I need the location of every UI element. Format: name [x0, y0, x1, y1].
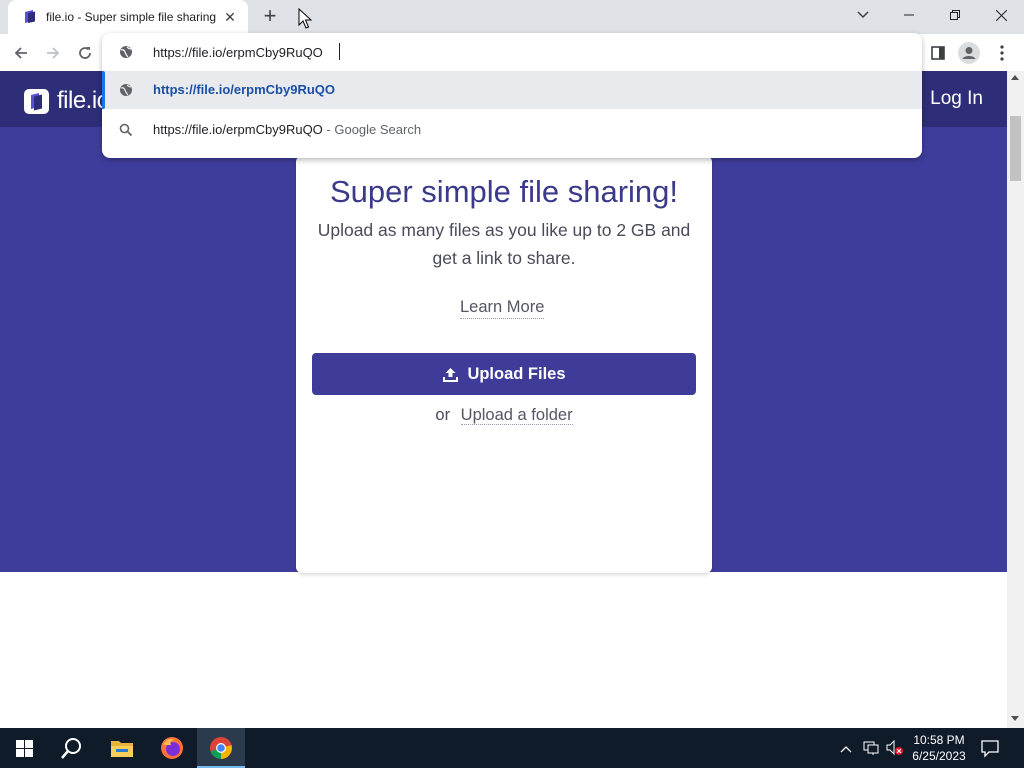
mouse-cursor-icon — [298, 7, 313, 34]
upload-icon — [443, 367, 459, 382]
upload-files-label: Upload Files — [467, 364, 566, 383]
upload-card: Super simple file sharing! Upload as man… — [296, 156, 712, 573]
address-bar-input[interactable] — [153, 42, 853, 62]
windows-taskbar: 10:58 PM 6/25/2023 — [0, 728, 1024, 768]
globe-icon — [119, 45, 133, 64]
or-text: or — [435, 406, 451, 424]
arrow-left-icon[interactable] — [9, 41, 33, 65]
scroll-down-arrow-icon[interactable] — [1011, 716, 1019, 721]
upload-folder-row: or Upload a folder — [296, 406, 712, 425]
arrow-right-icon[interactable] — [41, 41, 65, 65]
reload-icon[interactable] — [73, 41, 97, 65]
chrome-icon[interactable] — [197, 728, 245, 768]
file-io-logo-icon — [24, 88, 49, 114]
suggestion-text: https://file.io/erpmCby9RuQO — [153, 82, 336, 97]
site-logo[interactable]: file.io — [24, 87, 110, 115]
learn-more-link[interactable]: Learn More — [460, 298, 545, 319]
window-close-icon[interactable] — [978, 0, 1024, 30]
minimize-icon[interactable] — [886, 0, 932, 30]
more-vert-icon[interactable] — [990, 41, 1014, 65]
clock-date: 6/25/2023 — [912, 749, 966, 763]
page-scrollbar[interactable] — [1007, 71, 1024, 728]
omnibox-suggestion-search[interactable]: https://file.io/erpmCby9RuQO - Google Se… — [102, 111, 922, 149]
omnibox-dropdown: https://file.io/erpmCby9RuQO https://fil… — [102, 33, 922, 158]
suggestion-suffix: - Google Search — [322, 122, 422, 137]
firefox-icon[interactable] — [148, 728, 196, 768]
network-icon[interactable] — [862, 740, 880, 761]
windows-start-icon[interactable] — [0, 728, 48, 768]
upload-folder-link[interactable]: Upload a folder — [460, 406, 573, 425]
chevron-down-icon[interactable] — [840, 0, 886, 30]
login-link[interactable]: Log In — [930, 88, 983, 110]
restore-icon[interactable] — [932, 0, 978, 30]
new-tab-plus-icon[interactable]: + — [258, 5, 282, 29]
browser-tab[interactable]: file.io - Super simple file sharing ✕ — [8, 0, 248, 34]
tab-title: file.io - Super simple file sharing — [46, 10, 217, 24]
search-icon — [119, 123, 133, 142]
profile-icon[interactable] — [957, 41, 981, 65]
side-panel-icon[interactable] — [926, 41, 950, 65]
page-viewport: file.io Log In Super simple file sharing… — [0, 71, 1007, 728]
scroll-up-arrow-icon[interactable] — [1011, 75, 1019, 80]
notification-icon[interactable] — [980, 738, 1000, 763]
omnibox-suggestion-url[interactable]: https://file.io/erpmCby9RuQO — [102, 71, 922, 109]
suggestion-query: https://file.io/erpmCby9RuQO — [153, 122, 323, 137]
file-explorer-icon[interactable] — [98, 728, 146, 768]
card-subtitle: Upload as many files as you like up to 2… — [317, 220, 691, 268]
volume-muted-icon[interactable] — [886, 739, 904, 761]
page-title: Super simple file sharing! — [329, 174, 679, 209]
tab-close-icon[interactable]: ✕ — [222, 9, 238, 26]
text-caret — [339, 43, 340, 60]
omnibox-input-row — [102, 33, 922, 70]
upload-files-button[interactable]: Upload Files — [312, 353, 696, 395]
search-icon[interactable] — [48, 728, 96, 768]
scrollbar-thumb[interactable] — [1010, 116, 1021, 181]
clock-time: 10:58 PM — [913, 733, 965, 747]
tab-strip: file.io - Super simple file sharing ✕ + — [0, 0, 1024, 34]
system-clock[interactable]: 10:58 PM 6/25/2023 — [905, 732, 973, 764]
globe-icon — [119, 83, 133, 102]
suggestion-text: https://file.io/erpmCby9RuQO - Google Se… — [153, 122, 421, 137]
file-io-favicon-icon — [22, 9, 38, 25]
chevron-up-icon[interactable] — [840, 740, 852, 758]
